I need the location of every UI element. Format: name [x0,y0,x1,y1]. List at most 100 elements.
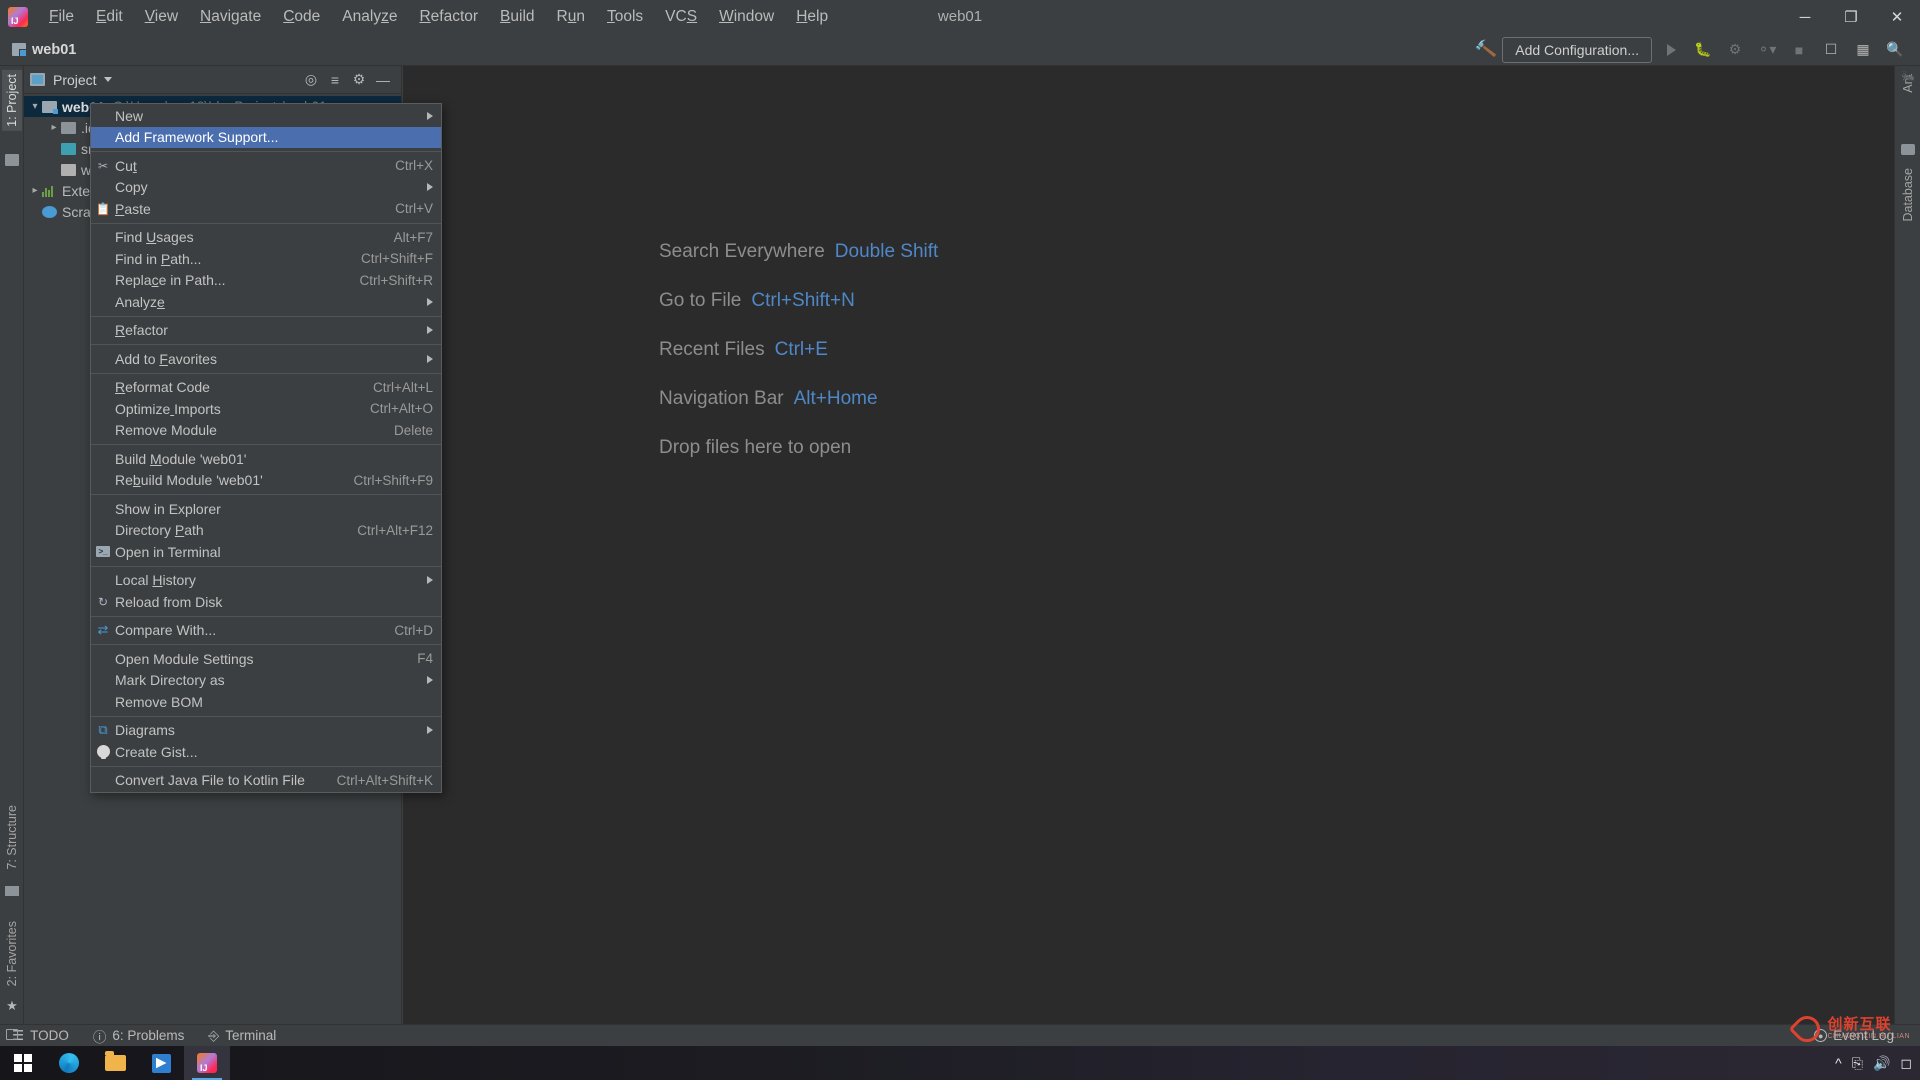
menu-item-shortcut: Ctrl+V [395,201,433,217]
terminal-icon: ⎆ [208,1027,220,1043]
locate-icon[interactable]: ◎ [299,69,323,91]
sidebar-item-favorites[interactable]: 2: Favorites [2,917,22,990]
start-button[interactable] [0,1046,46,1080]
update-icon[interactable]: ☐ [1818,38,1844,62]
watermark-logo-icon [1794,1016,1820,1042]
chevron-down-icon[interactable] [103,77,112,82]
menu-item-add-to-favorites[interactable]: Add to Favorites [91,348,441,370]
menu-item-new[interactable]: New [91,105,441,127]
structure-icon[interactable] [5,886,19,896]
menu-analyze[interactable]: Analyze [331,4,408,30]
taskbar-edge[interactable] [46,1046,92,1080]
hammer-icon[interactable]: 🔨 [1474,38,1498,61]
run-icon[interactable] [1658,38,1684,62]
menu-item-create-gist[interactable]: Create Gist... [91,741,441,763]
submenu-arrow-icon [427,111,433,120]
star-icon[interactable]: ★ [5,998,19,1013]
hide-icon[interactable]: — [371,69,395,91]
tray-input-icon[interactable]: ⎘ [1852,1055,1863,1072]
minimize-button[interactable]: ─ [1782,0,1828,34]
chevron-down-icon[interactable] [28,101,42,112]
menu-item-diagrams[interactable]: ⧉ Diagrams [91,720,441,742]
menu-item-replace-in-path[interactable]: Replace in Path... Ctrl+Shift+R [91,270,441,292]
menu-code[interactable]: Code [272,4,331,30]
menu-item-analyze[interactable]: Analyze [91,291,441,313]
structure-small-icon[interactable] [5,154,19,166]
profile-icon[interactable]: ⚬▾ [1754,38,1780,62]
intellij-icon [197,1053,217,1073]
menu-help[interactable]: Help [785,4,839,30]
menu-item-label: Remove BOM [115,693,203,710]
system-tray[interactable]: ^ ⎘ 🔊 ◻ [1835,1055,1920,1072]
menu-item-reload-from-disk[interactable]: ↻ Reload from Disk [91,591,441,613]
menu-item-build-module-web01[interactable]: Build Module 'web01' [91,448,441,470]
tray-network-icon[interactable]: ◻ [1900,1055,1912,1072]
chevron-right-icon[interactable] [47,122,61,133]
menu-item-mark-directory-as[interactable]: Mark Directory as [91,670,441,692]
tray-volume-icon[interactable]: 🔊 [1873,1055,1890,1072]
menu-build[interactable]: Build [489,4,545,30]
menu-item-label: Add Framework Support... [115,129,279,146]
menu-item-open-in-terminal[interactable]: >_ Open in Terminal [91,541,441,563]
window-controls[interactable]: ─ ❐ ✕ [1782,0,1920,34]
search-icon[interactable]: 🔍 [1882,38,1908,62]
menu-item-reformat-code[interactable]: Reformat Code Ctrl+Alt+L [91,377,441,399]
windows-icon [14,1054,32,1072]
menu-edit[interactable]: Edit [85,4,134,30]
status-problems[interactable]: ⓘ 6: Problems [81,1026,197,1046]
menu-item-show-in-explorer[interactable]: Show in Explorer [91,498,441,520]
menu-item-compare-with[interactable]: ⇄ Compare With... Ctrl+D [91,620,441,642]
sidebar-item-project[interactable]: 1: Project [2,70,22,131]
menu-run[interactable]: Run [546,4,596,30]
debug-icon[interactable]: 🐛 [1690,38,1716,62]
layout-icon[interactable]: ▦ [1850,38,1876,62]
menu-item-open-module-settings[interactable]: Open Module Settings F4 [91,648,441,670]
close-button[interactable]: ✕ [1874,0,1920,34]
gear-icon[interactable]: ⚙ [347,69,371,91]
status-left-corner[interactable] [0,1024,24,1046]
menu-item-rebuild-module-web01[interactable]: Rebuild Module 'web01' Ctrl+Shift+F9 [91,470,441,492]
compare-icon: ⇄ [97,622,109,638]
menu-item-paste[interactable]: 📋 Paste Ctrl+V [91,198,441,220]
menu-navigate[interactable]: Navigate [189,4,272,30]
taskbar-explorer[interactable] [92,1046,138,1080]
menu-bar[interactable]: File Edit View Navigate Code Analyze Refactor B… [38,4,839,30]
menu-item-find-usages[interactable]: Find Usages Alt+F7 [91,227,441,249]
editor-area[interactable]: Search Everywhere Double Shift Go to File C… [403,66,1894,1024]
menu-item-convert-java-file-to-kotlin-file[interactable]: Convert Java File to Kotlin File Ctrl+Alt… [91,770,441,792]
sidebar-item-database[interactable]: Database [1898,164,1918,226]
menu-window[interactable]: Window [708,4,785,30]
coverage-icon[interactable]: ⚙ [1722,38,1748,62]
menu-item-optimize-imports[interactable]: Optimize Imports Ctrl+Alt+O [91,398,441,420]
maximize-button[interactable]: ❐ [1828,0,1874,34]
toggle-tool-windows-icon[interactable] [6,1029,18,1040]
menu-item-remove-bom[interactable]: Remove BOM [91,691,441,713]
taskbar-intellij[interactable] [184,1046,230,1080]
taskbar-store[interactable] [138,1046,184,1080]
menu-vcs[interactable]: VCS [654,4,708,30]
menu-refactor[interactable]: Refactor [408,4,489,30]
menu-tools[interactable]: Tools [596,4,654,30]
breadcrumb[interactable]: web01 [12,42,76,58]
context-menu[interactable]: New Add Framework Support... ✂ Cut Ctrl+X Cop… [90,103,442,793]
menu-item-directory-path[interactable]: Directory Path Ctrl+Alt+F12 [91,520,441,542]
database-icon [1901,144,1915,155]
menu-item-find-in-path[interactable]: Find in Path... Ctrl+Shift+F [91,248,441,270]
menu-item-remove-module[interactable]: Remove Module Delete [91,420,441,442]
menu-item-refactor[interactable]: Refactor [91,320,441,342]
menu-item-copy[interactable]: Copy [91,177,441,199]
menu-item-shortcut: Alt+F7 [393,229,433,245]
add-configuration-button[interactable]: Add Configuration... [1502,36,1652,63]
menu-file[interactable]: File [38,4,85,30]
status-terminal[interactable]: ⎆ Terminal [196,1028,288,1044]
tray-chevron-up-icon[interactable]: ^ [1835,1055,1842,1071]
menu-item-local-history[interactable]: Local History [91,570,441,592]
menu-view[interactable]: View [134,4,189,30]
menu-item-label: Open Module Settings [115,650,254,667]
stop-icon[interactable]: ■ [1786,38,1812,62]
menu-item-cut[interactable]: ✂ Cut Ctrl+X [91,155,441,177]
collapse-all-icon[interactable]: ≡ [323,69,347,91]
chevron-right-icon[interactable] [28,185,42,196]
sidebar-item-structure[interactable]: 7: Structure [2,801,22,874]
menu-item-add-framework-support[interactable]: Add Framework Support... [91,126,441,148]
